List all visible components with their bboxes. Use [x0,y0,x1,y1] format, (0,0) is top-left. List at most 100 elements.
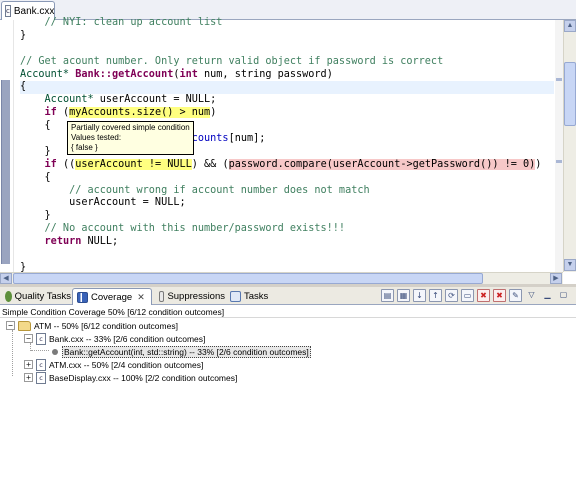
tree-label: Bank::getAccount(int, std::string) -- 33… [62,345,311,358]
code-token: { [20,120,51,132]
vertical-scrollbar[interactable]: ▲ ▼ [563,20,576,272]
overview-mark[interactable] [556,78,562,81]
scroll-up-icon[interactable]: ▲ [564,20,576,32]
code-token: ) [535,158,542,170]
view-toolbar: ▤ ▦ ↓ ↑ ⟳ ▭ ✖ ✖ ✎ ▽ ▁ ▢ [381,289,570,303]
code-line[interactable]: // Get acount number. Only return valid … [20,56,554,69]
vertical-scroll-thumb[interactable] [564,62,576,126]
tab-label: Quality Tasks [14,291,71,302]
collapse-all-icon[interactable]: ▭ [461,289,474,302]
code-line[interactable]: if (myAccounts.size() > num) [20,107,554,120]
code-token: // No account with this number/password … [20,223,346,235]
tree-label: ATM.cxx -- 50% [2/4 condition outcomes] [49,359,204,370]
tab-coverage[interactable]: Coverage ✕ [72,288,152,305]
coverage-tree[interactable]: − ATM -- 50% [6/12 condition outcomes] −… [0,318,576,490]
folder-icon [18,320,31,331]
code-token: return [44,236,82,248]
delete-icon[interactable]: ✖ [477,289,490,302]
expand-icon[interactable]: + [24,360,33,369]
code-line[interactable]: if ((userAccount != NULL) && (password.c… [20,158,554,172]
tree-row-atm[interactable]: − ATM -- 50% [6/12 condition outcomes] [6,319,178,332]
overview-mark[interactable] [556,160,562,163]
code-line[interactable]: } [20,30,554,43]
code-line[interactable] [20,43,554,56]
tab-quality-tasks[interactable]: Quality Tasks [1,288,71,305]
view-tab-bar: Quality Tasks Coverage ✕ Suppressions Ta… [0,287,576,305]
c-file-icon: c [36,371,46,384]
code-token: ( [56,107,70,119]
code-line[interactable]: // No account with this number/password … [20,223,554,236]
scroll-right-icon[interactable]: ▶ [550,273,562,284]
c-file-icon: c [5,5,11,17]
code-token: int [179,68,198,80]
scroll-left-icon[interactable]: ◀ [0,273,12,284]
tab-suppressions[interactable]: Suppressions [155,288,225,305]
tree-row-basedisplay-cxx[interactable]: + c BaseDisplay.cxx -- 100% [2/2 conditi… [24,371,237,384]
suppressions-icon [159,291,165,302]
editor-tab-label: Bank.cxx [13,5,55,17]
code-line[interactable]: } [20,210,554,223]
tree-connector [31,350,49,351]
tree-row-get-account[interactable]: Bank::getAccount(int, std::string) -- 33… [50,345,311,358]
code-token: [num]; [228,133,266,145]
code-line[interactable]: // NYI: clean up account list [20,17,554,30]
code-line[interactable] [20,249,554,262]
expand-icon[interactable]: + [24,373,33,382]
horizontal-scroll-thumb[interactable] [13,273,483,284]
code-line[interactable]: userAccount = NULL; [20,197,554,210]
coverage-tooltip: Partially covered simple condition Value… [67,121,194,155]
tree-row-atm-cxx[interactable]: + c ATM.cxx -- 50% [2/4 condition outcom… [24,358,203,371]
code-line[interactable]: Account* userAccount = NULL; [20,94,554,107]
horizontal-scrollbar[interactable]: ◀ ▶ [0,272,563,284]
tab-label: Suppressions [167,291,225,302]
open-report-icon[interactable]: ▤ [381,289,394,302]
code-token: // Get acount number. Only return valid … [20,55,444,67]
scroll-down-icon[interactable]: ▼ [564,259,576,271]
code-token: (( [56,158,76,170]
code-token: // account wrong if account number does … [20,184,370,196]
maximize-icon[interactable]: ▢ [557,289,570,302]
view-menu-icon[interactable]: ▽ [525,289,538,302]
ide-window: c Bank.cxx // NYI: clean up account list… [0,0,576,490]
c-file-icon: c [36,332,46,345]
code-token: if [44,158,57,170]
arrow-up-icon[interactable]: ↑ [429,289,442,302]
code-token: NULL; [81,236,119,248]
code-token: } [20,29,27,41]
code-token: // NYI: clean up account list [20,17,223,28]
tree-label: BaseDisplay.cxx -- 100% [2/2 condition o… [49,372,238,383]
code-token: if [44,107,57,119]
document-icon[interactable]: ▦ [397,289,410,302]
code-line[interactable]: { [20,172,554,185]
coverage-icon [77,291,88,303]
overview-ruler[interactable] [555,20,563,272]
tab-label: Coverage [91,291,133,303]
collapse-icon[interactable]: − [6,321,15,330]
code-line[interactable]: { [20,81,554,95]
settings-icon[interactable]: ✎ [509,289,522,302]
code-token: Account* [44,94,100,106]
coverage-range-marker [1,80,10,264]
code-line[interactable]: // account wrong if account number does … [20,185,554,198]
arrow-down-icon[interactable]: ↓ [413,289,426,302]
code-line[interactable]: Account* Bank::getAccount(int num, strin… [20,69,554,82]
code-token: { [20,81,27,93]
collapse-icon[interactable]: − [24,334,33,343]
close-icon[interactable]: ✕ [137,292,145,303]
tree-row-bank-cxx[interactable]: − c Bank.cxx -- 33% [2/6 condition outco… [24,332,205,345]
code-token: Account* [20,68,76,80]
partial-condition-highlight: myAccounts.size() > num [69,107,211,119]
minimize-icon[interactable]: ▁ [541,289,554,302]
code-token: ) && ( [191,158,229,170]
delete-all-icon[interactable]: ✖ [493,289,506,302]
coverage-summary: Simple Condition Coverage 50% [6/12 cond… [0,306,576,318]
refresh-icon[interactable]: ⟳ [445,289,458,302]
code-line[interactable]: return NULL; [20,236,554,249]
partial-condition-highlight: userAccount != NULL [75,158,192,170]
tooltip-line: Values tested: [71,133,122,142]
tab-tasks[interactable]: Tasks [226,288,271,305]
function-icon [52,348,58,355]
